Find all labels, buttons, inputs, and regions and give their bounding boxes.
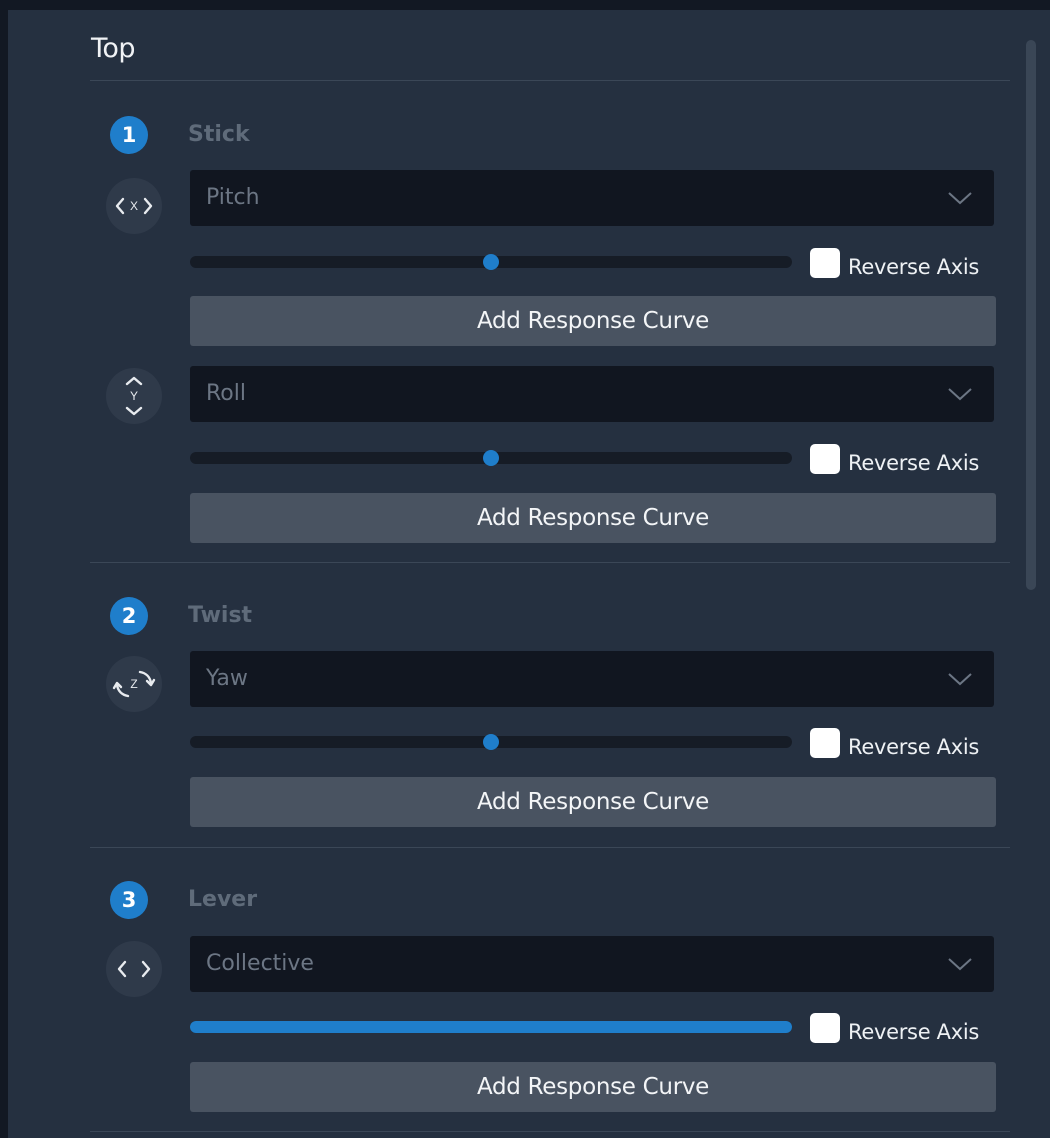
add-response-curve-button[interactable]: Add Response Curve	[190, 493, 996, 543]
axis-select-value: Yaw	[206, 666, 248, 691]
axis-slider-pitch[interactable]	[190, 254, 792, 270]
chevron-down-icon	[948, 388, 972, 401]
slider-thumb[interactable]	[483, 450, 499, 466]
group-label-twist: Twist	[188, 603, 253, 628]
slider-thumb[interactable]	[483, 734, 499, 750]
group-divider	[90, 1131, 1010, 1132]
axis-select-value: Collective	[206, 951, 314, 976]
axis-z-letter: Z	[130, 677, 137, 691]
add-response-curve-button[interactable]: Add Response Curve	[190, 777, 996, 827]
axis-z-rotate-icon: Z	[106, 656, 162, 712]
reverse-axis-label: Reverse Axis	[848, 255, 980, 279]
group-number-badge: 2	[110, 597, 148, 635]
axis-slider-roll[interactable]	[190, 450, 792, 466]
group-number-badge: 1	[110, 116, 148, 154]
reverse-axis-checkbox[interactable]	[810, 1013, 840, 1043]
axis-select-pitch[interactable]: Pitch	[190, 170, 994, 226]
axis-slider-collective[interactable]	[190, 1021, 792, 1033]
axis-lever-icon	[106, 941, 162, 997]
reverse-axis-label: Reverse Axis	[848, 1020, 980, 1044]
group-label-stick: Stick	[188, 122, 250, 147]
reverse-axis-checkbox[interactable]	[810, 444, 840, 474]
axis-select-yaw[interactable]: Yaw	[190, 651, 994, 707]
group-divider	[90, 562, 1010, 563]
slider-fill	[190, 1021, 792, 1033]
axis-select-roll[interactable]: Roll	[190, 366, 994, 422]
reverse-axis-label: Reverse Axis	[848, 451, 980, 475]
axis-y-letter: Y	[130, 389, 138, 403]
add-response-curve-button[interactable]: Add Response Curve	[190, 296, 996, 346]
axis-settings-panel: Top 1 Stick X Pitch Reverse Axis Add Res…	[8, 10, 1050, 1138]
title-divider	[90, 80, 1010, 81]
section-title: Top	[91, 33, 136, 64]
axis-select-value: Pitch	[206, 185, 260, 210]
scrollbar-thumb[interactable]	[1026, 40, 1036, 590]
group-divider	[90, 847, 1010, 848]
chevron-down-icon	[948, 958, 972, 971]
chevron-down-icon	[948, 673, 972, 686]
axis-y-icon: Y	[106, 368, 162, 424]
chevron-down-icon	[948, 192, 972, 205]
axis-select-value: Roll	[206, 381, 246, 406]
group-label-lever: Lever	[188, 887, 258, 912]
slider-thumb[interactable]	[483, 254, 499, 270]
reverse-axis-label: Reverse Axis	[848, 735, 980, 759]
axis-x-letter: X	[130, 199, 138, 213]
axis-slider-yaw[interactable]	[190, 734, 792, 750]
add-response-curve-button[interactable]: Add Response Curve	[190, 1062, 996, 1112]
reverse-axis-checkbox[interactable]	[810, 248, 840, 278]
reverse-axis-checkbox[interactable]	[810, 728, 840, 758]
axis-select-collective[interactable]: Collective	[190, 936, 994, 992]
group-number-badge: 3	[110, 881, 148, 919]
axis-x-icon: X	[106, 178, 162, 234]
